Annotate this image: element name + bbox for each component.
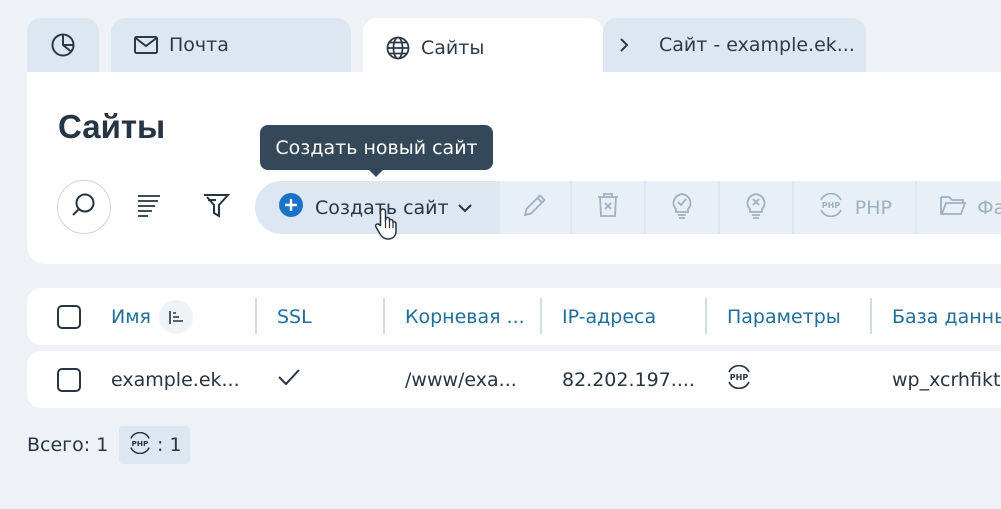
column-header-root-label: Корневая ... (405, 305, 525, 328)
plus-circle-icon (279, 193, 303, 222)
svg-text:PHP: PHP (822, 201, 841, 210)
column-separator[interactable] (383, 298, 385, 334)
edit-button[interactable] (498, 181, 570, 234)
tab-mail[interactable]: Почта (111, 18, 351, 72)
column-header-params[interactable]: Параметры (727, 288, 841, 345)
cell-ip: 82.202.197.... (562, 368, 695, 391)
total-count: Всего: 1 (27, 434, 109, 456)
php-button[interactable]: PHP PHP (791, 181, 916, 234)
php-icon: PHP (817, 192, 845, 222)
column-header-db-label: База данны (892, 305, 1001, 328)
cell-ssl (277, 351, 301, 408)
column-separator[interactable] (705, 298, 707, 334)
tab-site-detail[interactable]: Сайт - example.ek... (603, 18, 866, 72)
row-checkbox[interactable] (57, 368, 81, 392)
tab-sites[interactable]: Сайты (363, 18, 603, 78)
delete-button[interactable] (570, 181, 644, 234)
sort-desc-icon[interactable] (158, 299, 193, 334)
column-header-ip[interactable]: IP-адреса (562, 288, 656, 345)
enable-button[interactable] (643, 181, 718, 234)
column-header-root[interactable]: Корневая ... (405, 288, 525, 345)
select-all-checkbox[interactable] (57, 305, 81, 329)
column-header-name-label: Имя (111, 305, 151, 328)
php-icon: PHP (725, 364, 753, 394)
php-count-label: : 1 (157, 434, 182, 456)
column-header-name[interactable]: Имя (111, 288, 193, 345)
search-button[interactable] (57, 180, 111, 234)
cell-params: PHP (725, 351, 753, 408)
tooltip-text: Создать новый сайт (275, 136, 478, 159)
cell-name[interactable]: example.ek... (111, 351, 240, 408)
tab-sites-label: Сайты (421, 37, 485, 59)
bulb-off-icon (744, 191, 768, 224)
column-separator[interactable] (870, 298, 872, 334)
tab-dashboard[interactable] (27, 18, 99, 72)
svg-text:PHP: PHP (730, 373, 749, 382)
tab-site-detail-label: Сайт - example.ek... (659, 34, 855, 56)
actions-toolbar: Создать сайт PHP PHP Фа (255, 181, 1001, 234)
column-separator[interactable] (540, 298, 542, 334)
sites-panel (27, 72, 1001, 264)
cell-db: wp_xcrhfikt (892, 368, 1001, 391)
php-icon: PHP (127, 431, 153, 459)
tab-mail-label: Почта (169, 34, 229, 56)
svg-text:PHP: PHP (132, 438, 150, 447)
globe-icon (385, 35, 411, 61)
cursor-hand-icon (374, 207, 400, 241)
column-separator[interactable] (255, 298, 257, 334)
trash-icon (596, 192, 620, 223)
table-header: Имя SSL Корневая ... IP-адреса Параметры… (27, 288, 1001, 345)
files-label: Фа (977, 196, 1001, 219)
column-header-db[interactable]: База данны (892, 288, 1001, 345)
search-icon (70, 191, 98, 223)
create-site-tooltip: Создать новый сайт (260, 125, 493, 177)
cell-root: /www/exa... (405, 368, 517, 391)
files-button[interactable]: Фа (915, 181, 1001, 234)
folder-icon (939, 193, 967, 222)
table-row[interactable]: example.ek... /www/exa... 82.202.197....… (27, 351, 1001, 408)
mail-icon (133, 32, 159, 58)
dashboard-icon (50, 32, 76, 58)
column-header-ip-label: IP-адреса (562, 305, 657, 328)
check-icon (277, 367, 301, 392)
sort-lines-button[interactable] (135, 193, 163, 221)
chevron-right-icon (611, 32, 637, 58)
sort-lines-icon (136, 192, 162, 222)
pencil-icon (522, 192, 548, 223)
chevron-down-icon (457, 202, 473, 214)
php-label: PHP (854, 196, 892, 219)
filter-icon (202, 191, 231, 223)
column-header-ssl-label: SSL (277, 305, 312, 328)
page-title: Сайты (58, 108, 166, 145)
filter-button[interactable] (202, 191, 231, 223)
column-header-ssl[interactable]: SSL (277, 288, 312, 345)
bulb-on-icon (670, 191, 694, 224)
disable-button[interactable] (717, 181, 792, 234)
column-header-params-label: Параметры (727, 305, 841, 328)
php-count-badge: PHP : 1 (119, 426, 190, 464)
